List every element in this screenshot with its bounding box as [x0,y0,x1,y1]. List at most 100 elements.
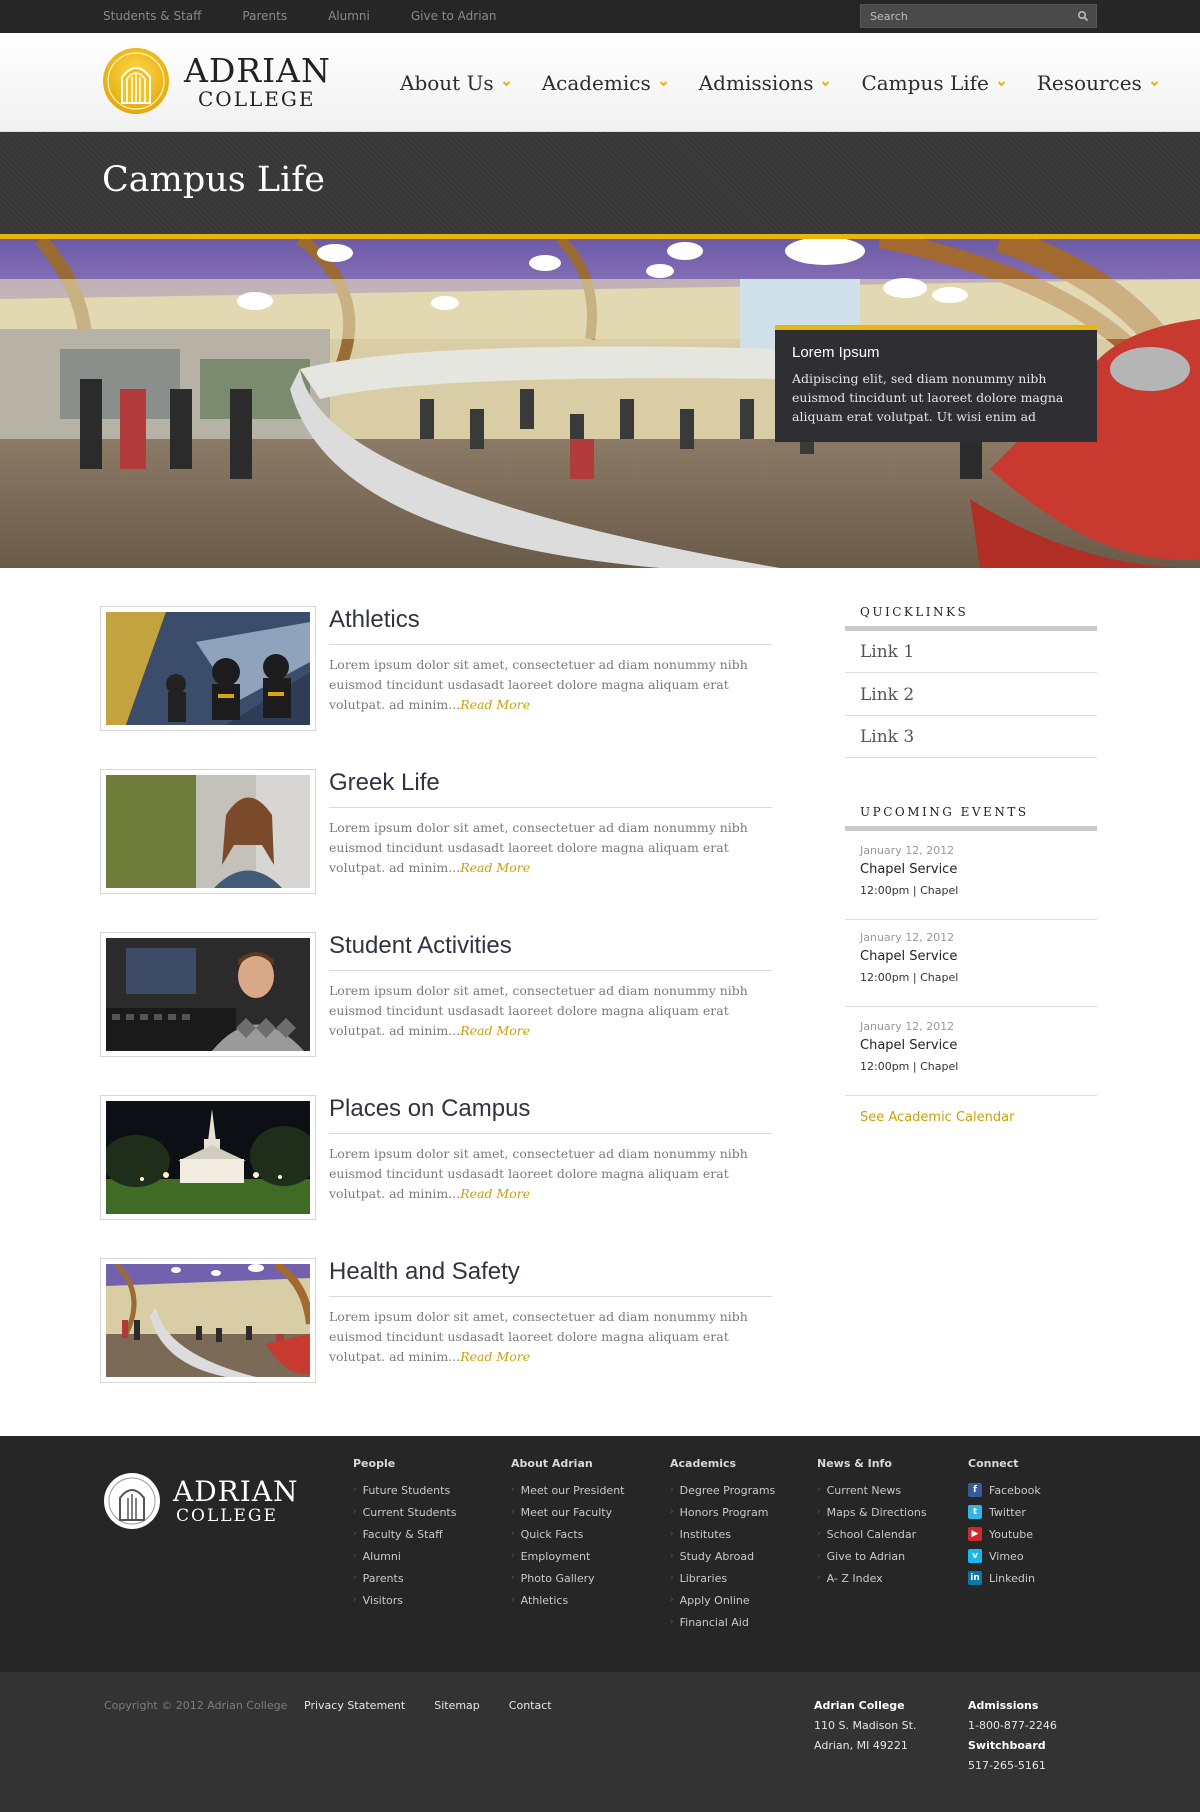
article-title[interactable]: Athletics [329,606,420,634]
read-more-link[interactable]: Read More [460,860,530,875]
read-more-link[interactable]: Read More [460,697,530,712]
search-icon[interactable] [1070,5,1096,27]
footer-link[interactable]: › Visitors [353,1589,456,1611]
footer-link-label: Quick Facts [520,1527,584,1541]
linkedin-icon: in [968,1571,982,1585]
footer-link[interactable]: › Honors Program [670,1501,775,1523]
utility-link-students-staff[interactable]: Students & Staff [103,9,201,23]
event-name: Chapel Service [860,949,958,964]
sitemap-link[interactable]: Sitemap [434,1699,480,1712]
footer-link[interactable]: › Athletics [511,1589,624,1611]
main-nav: About Us Academics Admissions Campus Lif… [400,71,1159,95]
footer-link[interactable]: › Photo Gallery [511,1567,624,1589]
footer-link[interactable]: › Parents [353,1567,456,1589]
footer-link[interactable]: › Current Students [353,1501,456,1523]
article-excerpt: Lorem ipsum dolor sit amet, consectetuer… [329,1144,774,1204]
event-meta: 12:00pm | Chapel [860,971,959,984]
nav-label: Admissions [698,71,814,95]
footer-link[interactable]: › Meet our Faculty [511,1501,624,1523]
footer-link[interactable]: › Financial Aid [670,1611,775,1633]
search-box [860,4,1097,28]
article-excerpt: Lorem ipsum dolor sit amet, consectetuer… [329,1307,774,1367]
footer-link[interactable]: › Libraries [670,1567,775,1589]
athletics-photo [106,612,310,725]
nav-admissions[interactable]: Admissions [699,71,831,95]
footer-link-label: Athletics [520,1593,569,1607]
article-title[interactable]: Places on Campus [329,1095,530,1123]
nav-label: About Us [400,71,494,95]
article-thumbnail[interactable] [100,606,316,731]
list-item: Athletics Lorem ipsum dolor sit amet, co… [100,606,772,732]
utility-link-alumni[interactable]: Alumni [328,9,370,23]
read-more-link[interactable]: Read More [460,1023,530,1038]
footer-link-label: Meet our President [520,1483,625,1497]
chevron-right-icon: › [670,1507,674,1517]
chevron-right-icon: › [670,1573,674,1583]
footer-link[interactable]: › Meet our President [511,1479,624,1501]
social-label: Vimeo [989,1549,1024,1563]
footer-link[interactable]: › Current News [817,1479,927,1501]
switchboard-phone[interactable]: 517-265-5161 [968,1756,1057,1776]
chevron-right-icon: › [670,1595,674,1605]
site-logo[interactable]: ADRIAN COLLEGE [102,47,331,115]
search-input[interactable] [861,5,1066,27]
article-title[interactable]: Greek Life [329,769,440,797]
event-item[interactable]: January 12, 2012 Chapel Service 12:00pm … [845,831,1097,920]
facebook-icon: f [968,1483,982,1497]
contact-link[interactable]: Contact [509,1699,552,1712]
social-link-youtube[interactable]: ▶ Youtube [968,1523,1041,1545]
quicklink-1[interactable]: Link 1 [845,631,1097,673]
article-thumbnail[interactable] [100,1258,316,1383]
read-more-link[interactable]: Read More [460,1186,530,1201]
social-label: Facebook [989,1483,1041,1497]
nav-campus-life[interactable]: Campus Life [861,71,1006,95]
social-link-facebook[interactable]: f Facebook [968,1479,1041,1501]
chevron-right-icon: › [353,1595,357,1605]
admissions-phone[interactable]: 1-800-877-2246 [968,1716,1057,1736]
utility-link-give[interactable]: Give to Adrian [411,9,497,23]
greek-life-photo [106,775,310,888]
article-title[interactable]: Student Activities [329,932,512,960]
privacy-statement-link[interactable]: Privacy Statement [304,1699,405,1712]
footer-link[interactable]: › Give to Adrian [817,1545,927,1567]
event-item[interactable]: January 12, 2012 Chapel Service 12:00pm … [845,918,1097,1007]
footer-link[interactable]: › Maps & Directions [817,1501,927,1523]
nav-about-us[interactable]: About Us [400,71,511,95]
footer-link[interactable]: › Degree Programs [670,1479,775,1501]
social-link-vimeo[interactable]: v Vimeo [968,1545,1041,1567]
footer-link-label: Libraries [679,1571,728,1585]
footer-link[interactable]: › School Calendar [817,1523,927,1545]
chevron-right-icon: › [817,1485,821,1495]
chevron-down-icon [502,80,510,86]
nav-resources[interactable]: Resources [1037,71,1159,95]
academic-calendar-link[interactable]: See Academic Calendar [860,1110,1014,1125]
article-thumbnail[interactable] [100,1095,316,1220]
footer-link-label: Institutes [679,1527,732,1541]
footer-link[interactable]: › Apply Online [670,1589,775,1611]
list-item: Student Activities Lorem ipsum dolor sit… [100,932,772,1058]
footer-link[interactable]: › Alumni [353,1545,456,1567]
read-more-link[interactable]: Read More [460,1349,530,1364]
quicklink-3[interactable]: Link 3 [845,716,1097,758]
social-link-linkedin[interactable]: in Linkedin [968,1567,1041,1589]
footer-link[interactable]: › Future Students [353,1479,456,1501]
footer-link[interactable]: › Faculty & Staff [353,1523,456,1545]
footer-link[interactable]: › Study Abroad [670,1545,775,1567]
logo-wordmark: ADRIAN COLLEGE [184,54,331,109]
nav-label: Campus Life [861,71,989,95]
article-thumbnail[interactable] [100,769,316,894]
nav-academics[interactable]: Academics [542,71,668,95]
footer-logo[interactable]: ADRIAN COLLEGE [103,1472,299,1530]
footer-link[interactable]: › Employment [511,1545,624,1567]
article-thumbnail[interactable] [100,932,316,1057]
footer-link[interactable]: › A- Z Index [817,1567,927,1589]
event-item[interactable]: January 12, 2012 Chapel Service 12:00pm … [845,1007,1097,1096]
footer-link[interactable]: › Quick Facts [511,1523,624,1545]
social-link-twitter[interactable]: t Twitter [968,1501,1041,1523]
phone-contacts: Admissions 1-800-877-2246 Switchboard 51… [968,1696,1057,1776]
article-title[interactable]: Health and Safety [329,1258,520,1286]
utility-link-parents[interactable]: Parents [242,9,287,23]
quicklink-2[interactable]: Link 2 [845,674,1097,716]
footer-column-heading: Academics [670,1457,737,1470]
footer-link[interactable]: › Institutes [670,1523,775,1545]
